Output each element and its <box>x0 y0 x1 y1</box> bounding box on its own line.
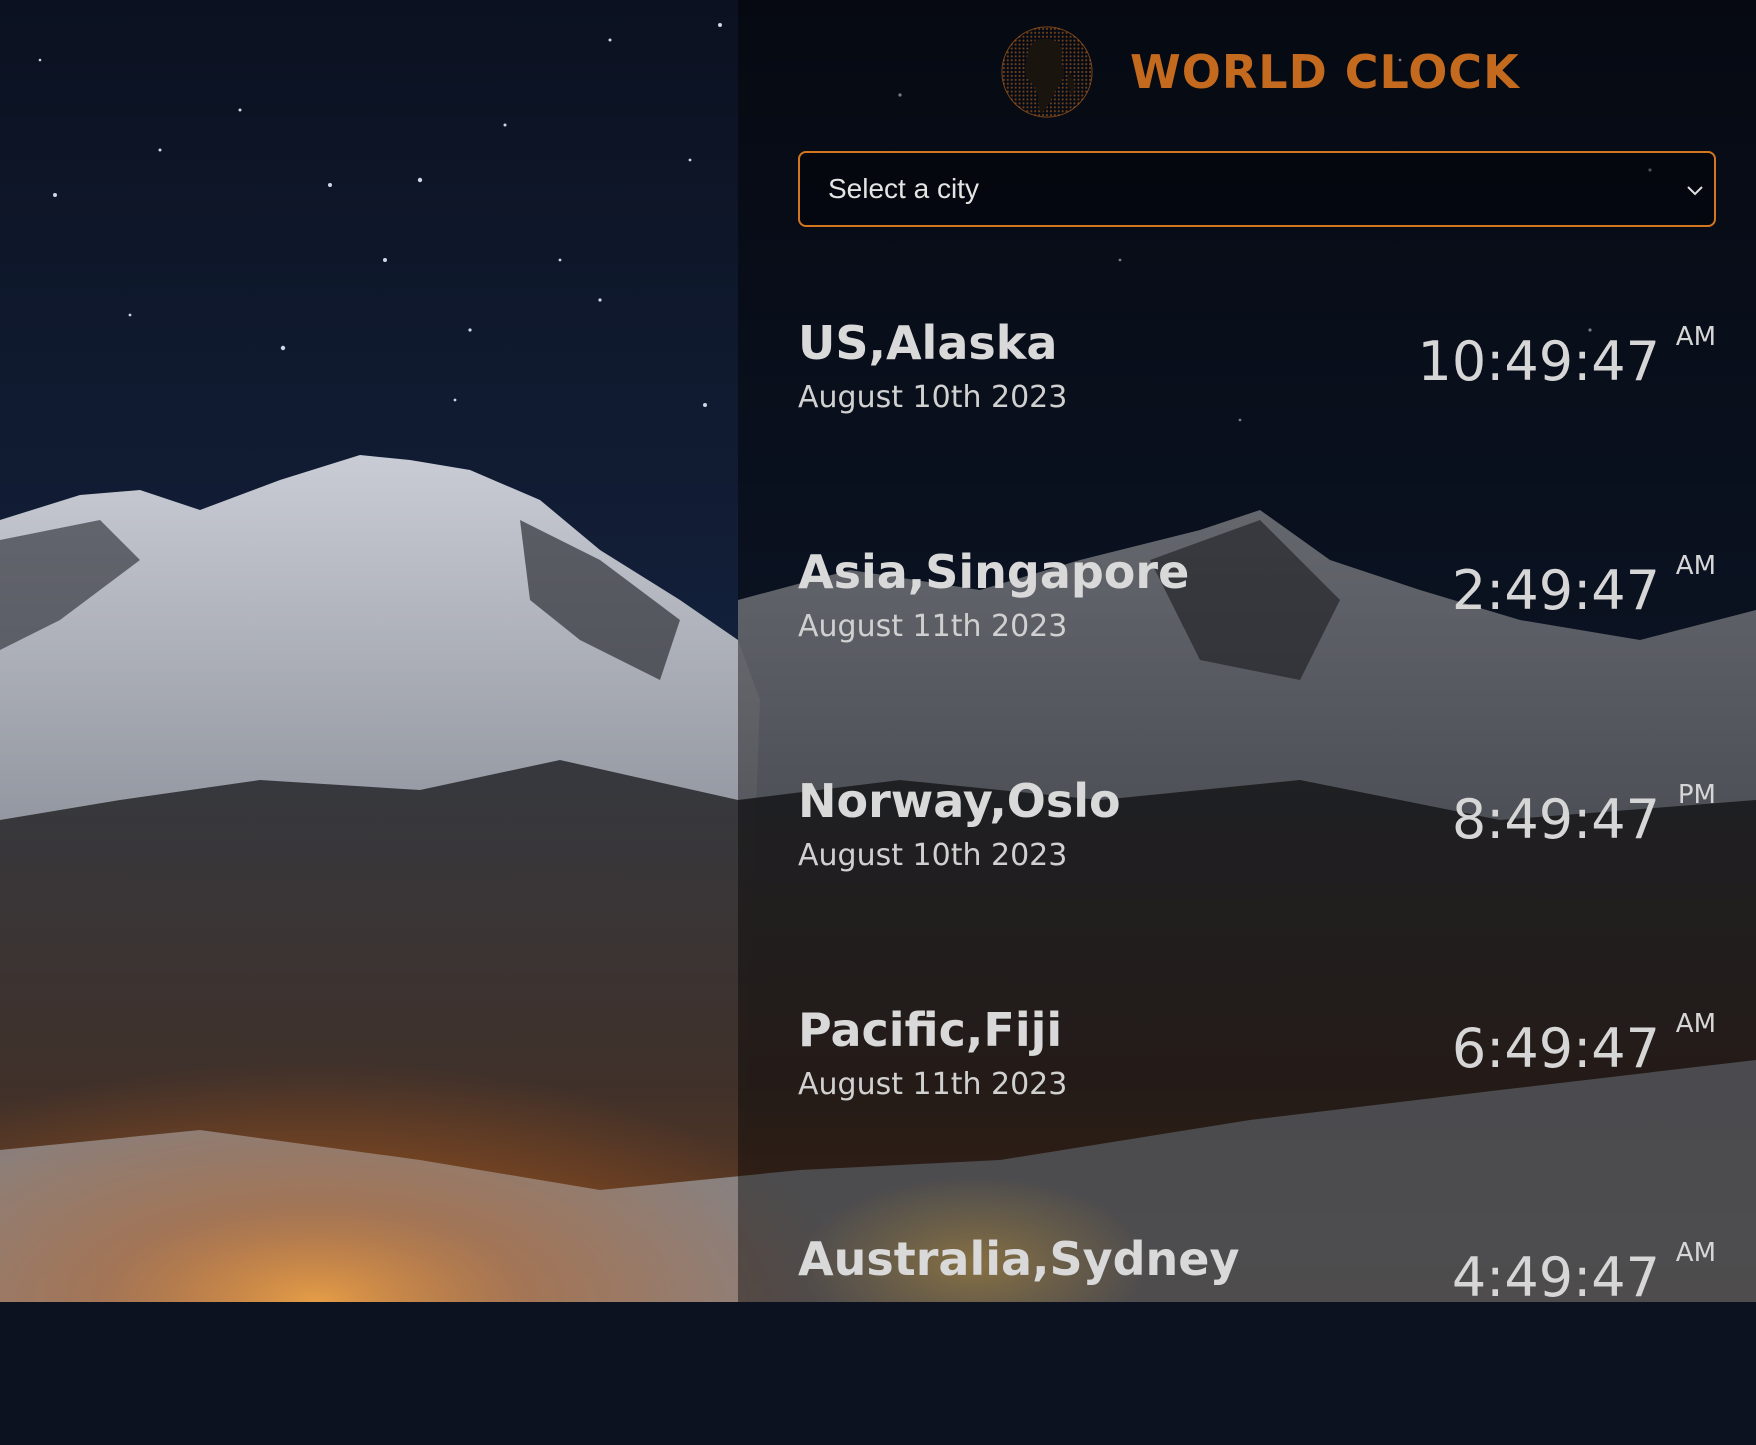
city-time: 8:49:47 <box>1451 788 1660 851</box>
city-name: Australia,Sydney <box>798 1232 1240 1286</box>
globe-icon <box>1001 26 1093 118</box>
city-date: August 10th 2023 <box>798 380 1068 415</box>
city-ampm: AM <box>1675 1238 1716 1268</box>
city-time: 4:49:47 <box>1451 1246 1660 1309</box>
city-time: 10:49:47 <box>1417 330 1660 393</box>
app-title: WORLD CLOCK <box>1130 45 1520 99</box>
app-header: WORLD CLOCK <box>998 22 1520 122</box>
city-time: 2:49:47 <box>1451 559 1660 622</box>
clock-row: US,Alaska August 10th 2023 10:49:47 AM <box>798 300 1720 529</box>
city-name: US,Alaska <box>798 316 1058 370</box>
city-name: Norway,Oslo <box>798 774 1121 828</box>
clock-list: US,Alaska August 10th 2023 10:49:47 AM A… <box>798 300 1720 1445</box>
city-time: 6:49:47 <box>1451 1017 1660 1080</box>
city-date: August 11th 2023 <box>798 1067 1068 1102</box>
chevron-down-icon <box>1687 186 1703 196</box>
city-ampm: PM <box>1677 780 1716 810</box>
city-date: August 11th 2023 <box>798 609 1068 644</box>
clock-row: Asia,Singapore August 11th 2023 2:49:47 … <box>798 529 1720 758</box>
city-name: Asia,Singapore <box>798 545 1190 599</box>
city-date: August 10th 2023 <box>798 838 1068 873</box>
city-ampm: AM <box>1675 1009 1716 1039</box>
city-name: Pacific,Fiji <box>798 1003 1063 1057</box>
city-select-dropdown[interactable]: Select a city <box>798 151 1716 227</box>
city-ampm: AM <box>1675 322 1716 352</box>
clock-row: Pacific,Fiji August 11th 2023 6:49:47 AM <box>798 987 1720 1216</box>
city-ampm: AM <box>1675 551 1716 581</box>
clock-row: Australia,Sydney 4:49:47 AM <box>798 1216 1720 1445</box>
clock-row: Norway,Oslo August 10th 2023 8:49:47 PM <box>798 758 1720 987</box>
city-select-value: Select a city <box>828 173 979 204</box>
